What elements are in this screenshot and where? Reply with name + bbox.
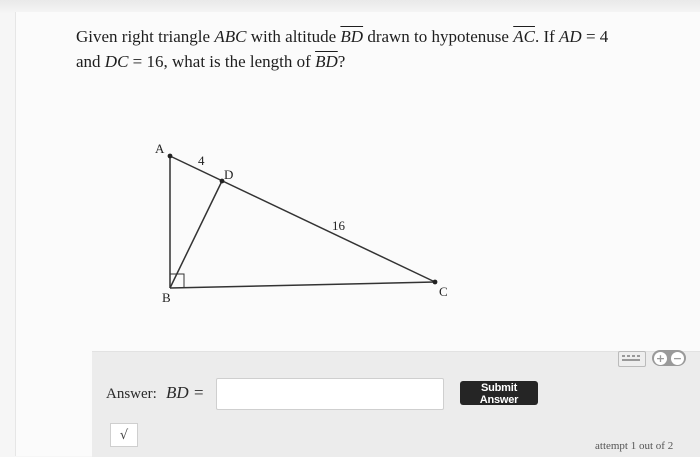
submit-answer-button[interactable]: Submit Answer <box>460 381 538 406</box>
keyboard-icon[interactable] <box>618 351 646 367</box>
zoom-in-icon[interactable]: + <box>654 351 667 365</box>
label-b: B <box>162 290 171 305</box>
answer-label: Answer: <box>106 386 157 402</box>
attempt-counter: attempt 1 out of 2 <box>595 440 674 452</box>
point-c <box>432 279 438 285</box>
side-bc <box>169 281 436 289</box>
zoom-controls: + − <box>652 350 686 366</box>
segment-ad-length: 4 <box>198 153 205 168</box>
right-angle-marker <box>170 273 185 288</box>
hypotenuse-ac <box>169 155 436 283</box>
square-root-button[interactable]: √ <box>110 423 138 447</box>
altitude-bd <box>169 180 223 289</box>
question-text: Given right triangle ABC with altitude B… <box>76 27 609 71</box>
label-c: C <box>439 284 448 299</box>
answer-input[interactable] <box>216 378 444 410</box>
label-d: D <box>224 167 233 182</box>
answer-variable: BD = <box>166 383 205 402</box>
segment-dc-length: 16 <box>332 218 346 233</box>
triangle-figure: A B C D 4 16 <box>150 140 460 310</box>
zoom-out-icon[interactable]: − <box>671 351 684 365</box>
square-root-icon: √ <box>119 427 129 443</box>
point-a <box>167 153 173 159</box>
label-a: A <box>155 141 165 156</box>
